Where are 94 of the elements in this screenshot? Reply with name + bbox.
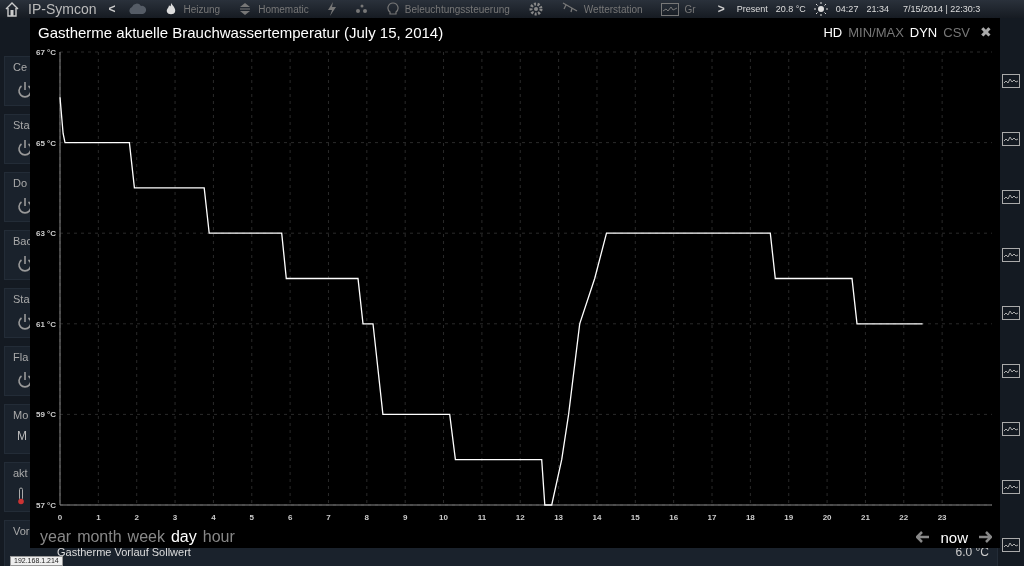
bulb-icon[interactable] [386,1,399,17]
y-tick-label: 59 °C [36,410,57,420]
option-toggle[interactable]: CSV [943,24,970,40]
x-tick-label: 19 [784,513,794,522]
y-tick-label: 67 °C [36,48,57,57]
card-label: akt [13,467,28,479]
forward-button[interactable]: > [713,2,729,16]
presence-status: Present [736,4,768,14]
card-value-label: Gastherme Vorlauf Sollwert [57,546,191,558]
x-tick-label: 7 [326,513,331,522]
x-tick-label: 16 [669,513,679,522]
arrow-left-icon[interactable] [916,531,931,543]
power-icon[interactable] [17,255,33,273]
period-tab[interactable]: hour [202,528,235,546]
sunrise-time: 04:27 [835,4,859,14]
period-tab[interactable]: week [127,528,165,546]
card-value: M [17,429,27,443]
card-label: Do [13,177,28,189]
x-tick-label: 21 [861,513,870,522]
x-tick-label: 2 [134,513,139,522]
y-tick-label: 61 °C [36,319,57,329]
date-time: 7/15/2014 | 22:30:3 [902,4,981,14]
power-icon[interactable] [17,139,33,157]
chart-icon[interactable] [660,2,679,16]
chart-icon[interactable] [1002,248,1020,262]
outdoor-temperature: 20.8 °C [775,4,806,14]
chart-icon[interactable] [1002,190,1020,204]
card-label: Sta [13,119,30,131]
chart-icon[interactable] [1002,364,1020,378]
x-tick-label: 13 [554,513,564,522]
home-icon[interactable] [4,1,20,17]
power-icon[interactable] [17,313,33,331]
x-tick-label: 10 [439,513,448,522]
nav-label[interactable]: Heizung [183,3,221,15]
chart-icon[interactable] [1002,132,1020,146]
card-label: Sta [13,293,30,305]
settings-icon[interactable] [527,1,544,17]
option-toggle[interactable]: HD [823,24,843,40]
chart-icon[interactable] [1002,538,1020,552]
flame-icon[interactable] [165,2,178,16]
x-tick-label: 0 [57,513,63,522]
lightning-icon[interactable] [326,2,337,16]
x-tick-label: 22 [899,513,909,522]
app-title: IP-Symcon [28,1,97,17]
arrow-right-icon[interactable] [978,531,992,543]
thermometer-icon [17,487,25,505]
x-tick-label: 5 [249,513,254,522]
up-down-icon[interactable] [238,2,253,16]
chart-icon[interactable] [1002,422,1020,436]
power-icon[interactable] [17,197,33,215]
sun-icon [813,2,828,16]
chart-icon[interactable] [1002,480,1020,494]
card-label: Ce [13,61,28,73]
period-tab[interactable]: month [77,528,122,546]
card-label: Bac [13,235,32,247]
x-tick-label: 9 [402,513,408,522]
x-tick-label: 18 [745,513,755,522]
nav-label[interactable]: Gr [684,3,696,15]
period-tab[interactable]: year [40,528,72,546]
x-tick-label: 4 [211,513,216,522]
drops-icon[interactable] [354,2,369,16]
close-button[interactable]: ✖ [980,24,992,40]
back-button[interactable]: < [104,2,120,16]
dialog-title: Gastherme aktuelle Brauchwassertemperatur (July 15, 2014) [38,23,444,41]
y-tick-label: 63 °C [36,229,57,239]
x-tick-label: 15 [630,513,640,522]
card-label: Fla [13,351,29,363]
sunset-time: 21:34 [866,4,889,14]
x-tick-label: 3 [172,513,178,522]
chart-icon[interactable] [1002,306,1020,320]
x-tick-label: 8 [364,513,370,522]
power-icon[interactable] [17,371,33,389]
x-tick-label: 20 [822,513,832,522]
power-icon[interactable] [17,81,33,99]
card-label: Mo [13,409,29,421]
nav-label[interactable]: Wetterstation [583,3,643,15]
x-tick-label: 23 [937,513,947,522]
chart-icon[interactable] [1002,74,1020,88]
x-tick-label: 17 [707,513,717,522]
option-toggle[interactable]: MIN/MAX [848,24,904,40]
cloud-icon[interactable] [127,3,148,15]
x-tick-label: 12 [515,513,525,522]
period-tab[interactable]: day [170,528,197,546]
nav-label[interactable]: Homematic [258,3,309,15]
y-tick-label: 65 °C [36,138,57,148]
card-label: Vor [13,525,30,537]
x-tick-label: 1 [96,513,101,522]
x-tick-label: 6 [287,513,293,522]
nav-label[interactable]: Beleuchtungssteuerung [404,3,510,15]
y-tick-label: 57 °C [36,501,57,510]
x-tick-label: 11 [477,513,487,522]
option-toggle[interactable]: DYN [909,24,938,40]
now-button[interactable]: now [940,528,968,546]
x-tick-label: 14 [592,513,602,522]
